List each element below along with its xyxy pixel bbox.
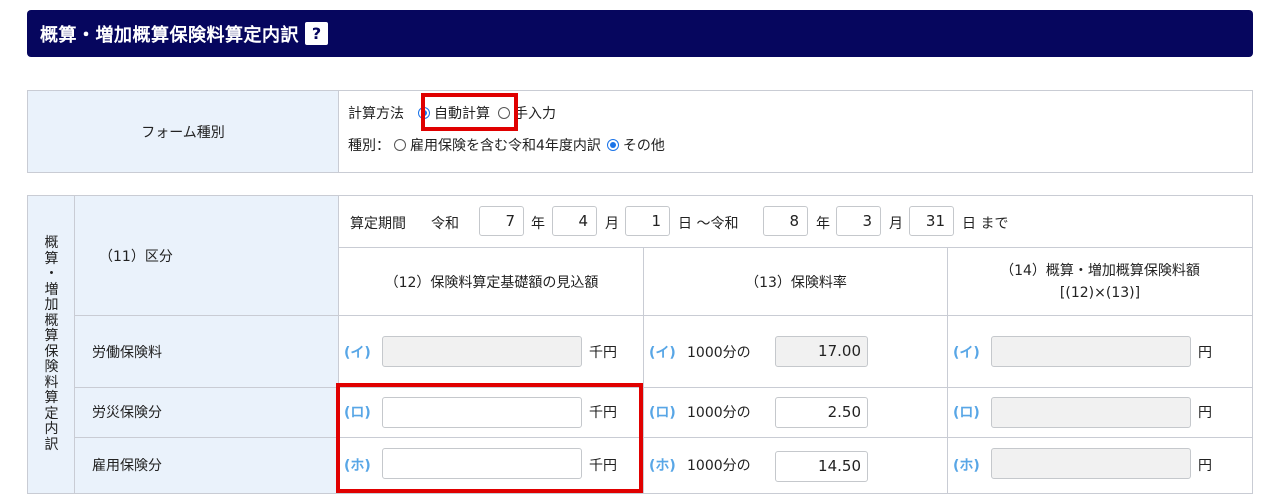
employment-premium-output (991, 448, 1191, 479)
row-kana: (イ) (649, 345, 676, 361)
calc-method-label: 計算方法 (348, 106, 404, 122)
col14-header-cell (948, 248, 1252, 316)
form-type-content: 計算方法 自動計算 手入力 種別： 雇用保険を含む令和4年度内訳 その他 (339, 91, 1252, 172)
help-icon[interactable]: ? (305, 22, 328, 45)
form-type-table: フォーム種別 計算方法 自動計算 手入力 種別： 雇用保険を含む令和4年度内訳 … (27, 90, 1253, 173)
side-label-char: 概 (44, 235, 59, 251)
breakdown-table: 概算・増加概算保険料算定内訳 （11）区分 算定期間 令和 7 年 4 月 1 … (27, 195, 1253, 494)
from-day-input[interactable]: 1 (625, 206, 670, 236)
side-label-char: ・ (44, 266, 59, 282)
unit-thousand-yen: 千円 (589, 405, 617, 421)
type-option1-label[interactable]: 雇用保険を含む令和4年度内訳 (410, 135, 601, 155)
period-era-label: 令和 (431, 216, 459, 232)
side-label-char: 算 (44, 250, 59, 267)
form-type-label-cell: フォーム種別 (28, 91, 339, 172)
row-kana: (イ) (344, 345, 371, 361)
col14-header-line2: [(12)×(13)] (1059, 285, 1141, 301)
labor-premium-output (991, 336, 1191, 367)
workers-comp-base-input[interactable] (382, 397, 582, 428)
row-kana: (ロ) (649, 405, 676, 421)
side-label-char: 増 (44, 281, 59, 298)
unit-yen: 円 (1198, 458, 1212, 474)
labor-base-input (382, 336, 582, 367)
rate-prefix: 1000分の (687, 345, 751, 361)
rate-prefix: 1000分の (687, 458, 751, 474)
period-label: 算定期間 (350, 216, 406, 232)
to-year-input[interactable]: 8 (763, 206, 808, 236)
row-kana: (イ) (953, 345, 980, 361)
unit-thousand-yen: 千円 (589, 458, 617, 474)
from-month-unit: 月 (605, 216, 619, 232)
period-end-label: 日 まで (962, 216, 1009, 232)
to-day-input[interactable]: 31 (909, 206, 954, 236)
to-month-input[interactable]: 3 (836, 206, 881, 236)
row-kana: (ホ) (649, 458, 676, 474)
unit-yen: 円 (1198, 345, 1212, 361)
rate-prefix: 1000分の (687, 405, 751, 421)
row-kana: (ホ) (953, 458, 980, 474)
section-title: 概算・増加概算保険料算定内訳 (40, 24, 299, 46)
type-label: 種別： (348, 138, 390, 154)
side-label-char: 加 (44, 297, 59, 313)
type-option2-label[interactable]: その他 (623, 135, 665, 155)
calc-manual-label[interactable]: 手入力 (514, 103, 556, 123)
side-label-char: 料 (44, 374, 59, 391)
row-label-labor-insurance: 労働保険料 (92, 345, 162, 361)
type-option2-radio[interactable] (606, 139, 619, 151)
workers-comp-premium-output (991, 397, 1191, 428)
labor-rate-value: 17.00 (775, 336, 868, 367)
employment-rate-input[interactable]: 14.50 (775, 451, 868, 482)
unit-yen: 円 (1198, 405, 1212, 421)
side-label-char: 算 (44, 390, 59, 406)
col13-header: （13）保険料率 (745, 275, 847, 291)
type-option1-radio[interactable] (394, 139, 406, 151)
type-row: 種別： 雇用保険を含む令和4年度内訳 その他 (348, 135, 665, 155)
row-label-employment: 雇用保険分 (92, 458, 162, 474)
from-year-input[interactable]: 7 (479, 206, 524, 236)
calc-manual-radio[interactable] (498, 107, 510, 119)
row-kana: (ロ) (953, 405, 980, 421)
side-label: 概算・増加概算保険料算定内訳 (28, 196, 75, 493)
row-kana: (ホ) (344, 458, 371, 474)
to-era-label: 日 ～令和 (678, 216, 739, 232)
side-label-char: 保 (44, 343, 59, 360)
workers-comp-rate-input[interactable]: 2.50 (775, 397, 868, 428)
calc-auto-label[interactable]: 自動計算 (434, 103, 490, 123)
unit-thousand-yen: 千円 (589, 345, 617, 361)
side-label-char: 訳 (44, 436, 59, 453)
side-label-char: 概 (44, 312, 59, 329)
to-month-unit: 月 (889, 216, 903, 232)
calc-auto-radio[interactable] (418, 107, 430, 119)
employment-base-input[interactable] (382, 448, 582, 479)
col14-header-line1: （14）概算・増加概算保険料額 (1000, 263, 1200, 279)
row-kana: (ロ) (344, 405, 371, 421)
side-label-char: 険 (44, 359, 59, 375)
to-year-unit: 年 (816, 216, 830, 232)
form-type-label: フォーム種別 (141, 124, 225, 141)
section-label: （11）区分 (99, 249, 173, 265)
from-month-input[interactable]: 4 (552, 206, 597, 236)
from-year-unit: 年 (531, 216, 545, 232)
section-header: 概算・増加概算保険料算定内訳 ? (27, 10, 1253, 57)
side-label-char: 定 (44, 405, 59, 422)
side-label-char: 算 (44, 328, 59, 344)
calc-method-row: 計算方法 自動計算 手入力 (348, 103, 556, 123)
col12-header: （12）保険料算定基礎額の見込額 (384, 275, 599, 291)
row-label-workers-comp: 労災保険分 (92, 405, 162, 421)
side-label-char: 内 (44, 421, 59, 437)
